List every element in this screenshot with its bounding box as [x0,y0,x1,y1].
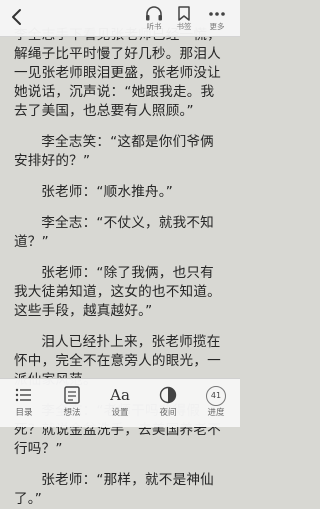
listen-button[interactable]: 听书 [139,4,169,34]
list-icon [15,388,31,402]
font-settings-icon: Aa [110,386,130,404]
chapter-text: 李全志手下看见张老师已经一慌，解绳子比平时慢了好几秒。那泪人一见张老师眼泪更盛，… [14,26,226,509]
paragraph: 张老师：“除了我俩，也只有我大徒弟知道，这女的也不知道。这些手段，越真越好。” [14,265,221,319]
progress-label: 进度 [207,408,225,418]
paragraph: 李全志：“不仗义，就我不知道？” [14,215,214,250]
bookmark-icon [178,6,190,21]
note-icon [64,386,80,404]
headphones-icon [146,6,162,21]
notes-label: 想法 [63,408,81,418]
reader-page[interactable]: 李全志手下看见张老师已经一慌，解绳子比平时慢了好几秒。那泪人一见张老师眼泪更盛，… [0,0,240,507]
paragraph: 李全志笑：“这都是你们爷俩安排好的？” [14,134,214,169]
more-label: 更多 [209,22,225,31]
night-mode-button[interactable]: 夜间 [148,383,188,425]
top-toolbar: 听书 书签 更多 [0,0,240,36]
bookmark-button[interactable]: 书签 [169,4,199,34]
night-mode-icon [159,386,177,404]
toc-button[interactable]: 目录 [4,383,44,425]
more-button[interactable]: 更多 [202,4,232,34]
night-mode-label: 夜间 [159,408,177,418]
paragraph: 张老师：“那样，就不是神仙了。” [14,472,214,507]
toc-label: 目录 [15,408,33,418]
progress-button[interactable]: 41 进度 [196,383,236,425]
notes-button[interactable]: 想法 [52,383,92,425]
listen-label: 听书 [146,22,162,31]
settings-label: 设置 [111,408,129,418]
progress-value: 41 [206,386,226,406]
paragraph: 李全志手下看见张老师已经一慌，解绳子比平时慢了好几秒。那泪人一见张老师眼泪更盛，… [14,27,221,119]
settings-button[interactable]: Aa 设置 [100,383,140,425]
chevron-left-icon [12,9,21,25]
bookmark-label: 书签 [176,22,192,31]
paragraph: 张老师：“顺水推舟。” [41,184,174,200]
more-dots-icon [209,12,225,16]
back-button[interactable] [6,6,28,28]
bottom-toolbar: 目录 想法 Aa 设置 夜间 41 进度 [0,378,240,427]
progress-icon: 41 [196,383,236,407]
